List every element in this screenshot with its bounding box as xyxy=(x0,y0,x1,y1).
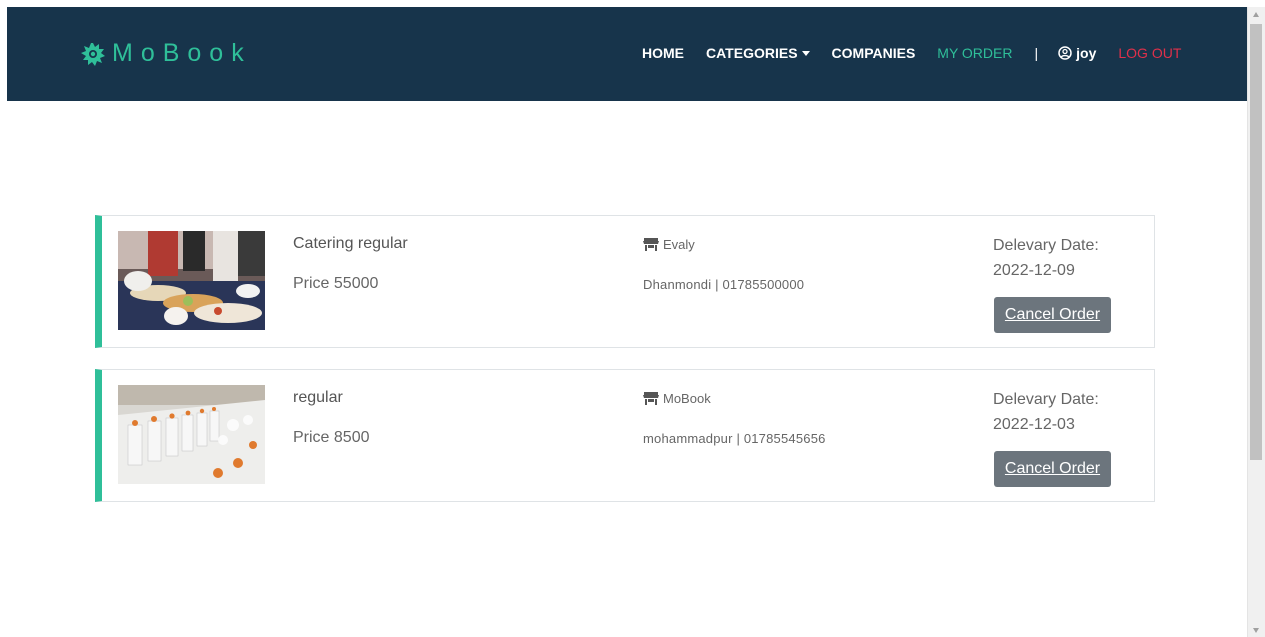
main-nav: HOME CATEGORIES COMPANIES MY ORDER | joy… xyxy=(642,45,1181,61)
order-address: Dhanmondi | 01785500000 xyxy=(643,277,805,292)
delivery-date: 2022-12-03 xyxy=(993,416,1075,433)
nav-logout[interactable]: LOG OUT xyxy=(1118,45,1181,61)
order-card: Catering regular Price 55000 Evaly Dhanm… xyxy=(95,215,1155,348)
nav-companies[interactable]: COMPANIES xyxy=(832,45,916,61)
user-name: joy xyxy=(1076,45,1097,61)
banquet-table-photo xyxy=(118,385,265,484)
nav-home[interactable]: HOME xyxy=(642,45,684,61)
cancel-order-button[interactable]: Cancel Order xyxy=(994,297,1111,333)
nav-categories[interactable]: CATEGORIES xyxy=(706,45,810,61)
order-company[interactable]: MoBook xyxy=(643,391,711,406)
order-card: regular Price 8500 MoBook mohammadpur | … xyxy=(95,369,1155,502)
delivery-date: 2022-12-09 xyxy=(993,262,1075,279)
page: MoBook HOME CATEGORIES COMPANIES MY ORDE… xyxy=(0,0,1265,637)
caret-down-icon xyxy=(801,51,810,56)
catering-photo xyxy=(118,231,265,330)
scrollbar-thumb[interactable] xyxy=(1250,24,1262,460)
order-title: Catering regular xyxy=(293,235,408,252)
delivery-label: Delevary Date: xyxy=(993,391,1099,408)
user-circle-icon xyxy=(1058,46,1072,60)
order-title: regular xyxy=(293,389,343,406)
order-address: mohammadpur | 01785545656 xyxy=(643,431,826,446)
splash-logo-icon xyxy=(81,42,105,66)
order-price: Price 55000 xyxy=(293,275,379,292)
delivery-label: Delevary Date: xyxy=(993,237,1099,254)
nav-user[interactable]: joy xyxy=(1058,45,1096,61)
store-icon xyxy=(643,392,659,405)
navbar: MoBook HOME CATEGORIES COMPANIES MY ORDE… xyxy=(7,7,1247,101)
order-company-name: MoBook xyxy=(663,391,711,406)
top-border xyxy=(0,0,1247,7)
scroll-up-arrow-icon[interactable] xyxy=(1253,12,1259,17)
nav-my-order[interactable]: MY ORDER xyxy=(937,45,1012,61)
scroll-down-arrow-icon[interactable] xyxy=(1253,628,1259,633)
vertical-scrollbar[interactable] xyxy=(1247,7,1265,637)
brand-logo[interactable]: MoBook xyxy=(80,39,252,68)
order-image-table xyxy=(118,385,265,484)
order-delivery: Delevary Date: 2022-12-09 xyxy=(993,233,1099,283)
cancel-order-button[interactable]: Cancel Order xyxy=(994,451,1111,487)
order-image-catering xyxy=(118,231,265,330)
nav-divider: | xyxy=(1034,45,1039,61)
order-delivery: Delevary Date: 2022-12-03 xyxy=(993,387,1099,437)
order-price: Price 8500 xyxy=(293,429,370,446)
order-company[interactable]: Evaly xyxy=(643,237,695,252)
nav-categories-label: CATEGORIES xyxy=(706,45,798,61)
brand-name: MoBook xyxy=(112,39,252,67)
store-icon xyxy=(643,238,659,251)
order-company-name: Evaly xyxy=(663,237,695,252)
